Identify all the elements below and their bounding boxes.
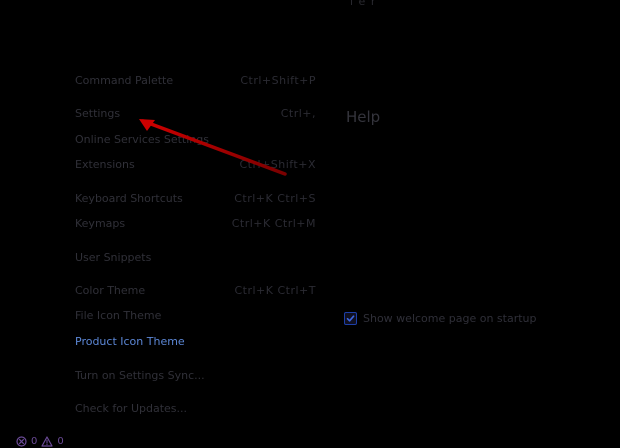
menu-item-label: User Snippets: [75, 250, 152, 264]
menu-item-keymaps[interactable]: Keymaps Ctrl+K Ctrl+M: [75, 215, 316, 231]
menu-item-shortcut: Ctrl+Shift+P: [240, 73, 316, 87]
menu-item-user-snippets[interactable]: User Snippets: [75, 249, 316, 265]
menu-item-label: Turn on Settings Sync...: [75, 368, 205, 382]
menu-item-command-palette[interactable]: Command Palette Ctrl+Shift+P: [75, 72, 316, 88]
startup-option[interactable]: Show welcome page on startup: [344, 312, 537, 325]
menu-item-label: Keymaps: [75, 216, 126, 230]
help-heading: Help: [346, 108, 381, 126]
menu-item-shortcut: Ctrl+K Ctrl+S: [234, 191, 316, 205]
menu-item-label: Product Icon Theme: [75, 334, 185, 348]
manage-menu: Command Palette Ctrl+Shift+P Settings Ct…: [0, 0, 330, 448]
menu-item-settings-sync[interactable]: Turn on Settings Sync...: [75, 367, 316, 383]
menu-item-label: Command Palette: [75, 73, 174, 87]
menu-item-label: File Icon Theme: [75, 308, 162, 322]
menu-item-check-for-updates[interactable]: Check for Updates...: [75, 400, 316, 416]
warning-count: 0: [57, 435, 64, 447]
menu-item-label: Keyboard Shortcuts: [75, 191, 183, 205]
menu-item-label: Color Theme: [75, 283, 146, 297]
menu-item-keyboard-shortcuts[interactable]: Keyboard Shortcuts Ctrl+K Ctrl+S: [75, 190, 316, 206]
menu-item-label: Check for Updates...: [75, 401, 188, 415]
menu-item-label: Settings: [75, 106, 121, 120]
menu-item-color-theme[interactable]: Color Theme Ctrl+K Ctrl+T: [75, 282, 316, 298]
check-icon: [346, 315, 355, 322]
startup-checkbox[interactable]: [344, 312, 357, 325]
menu-item-product-icon-theme[interactable]: Product Icon Theme: [75, 333, 316, 349]
menu-item-shortcut: Ctrl+K Ctrl+T: [234, 283, 316, 297]
menu-item-file-icon-theme[interactable]: File Icon Theme: [75, 307, 316, 323]
red-pointer-arrow-icon: [139, 119, 287, 176]
warning-triangle-icon: [41, 435, 53, 447]
error-count: 0: [31, 435, 38, 447]
header-text-fragment: l e r: [350, 0, 377, 8]
startup-checkbox-label: Show welcome page on startup: [363, 312, 537, 325]
status-bar[interactable]: 0 0: [16, 434, 64, 448]
menu-item-shortcut: Ctrl+K Ctrl+M: [231, 216, 316, 230]
error-circle-icon: [16, 435, 27, 447]
menu-item-label: Extensions: [75, 157, 135, 171]
